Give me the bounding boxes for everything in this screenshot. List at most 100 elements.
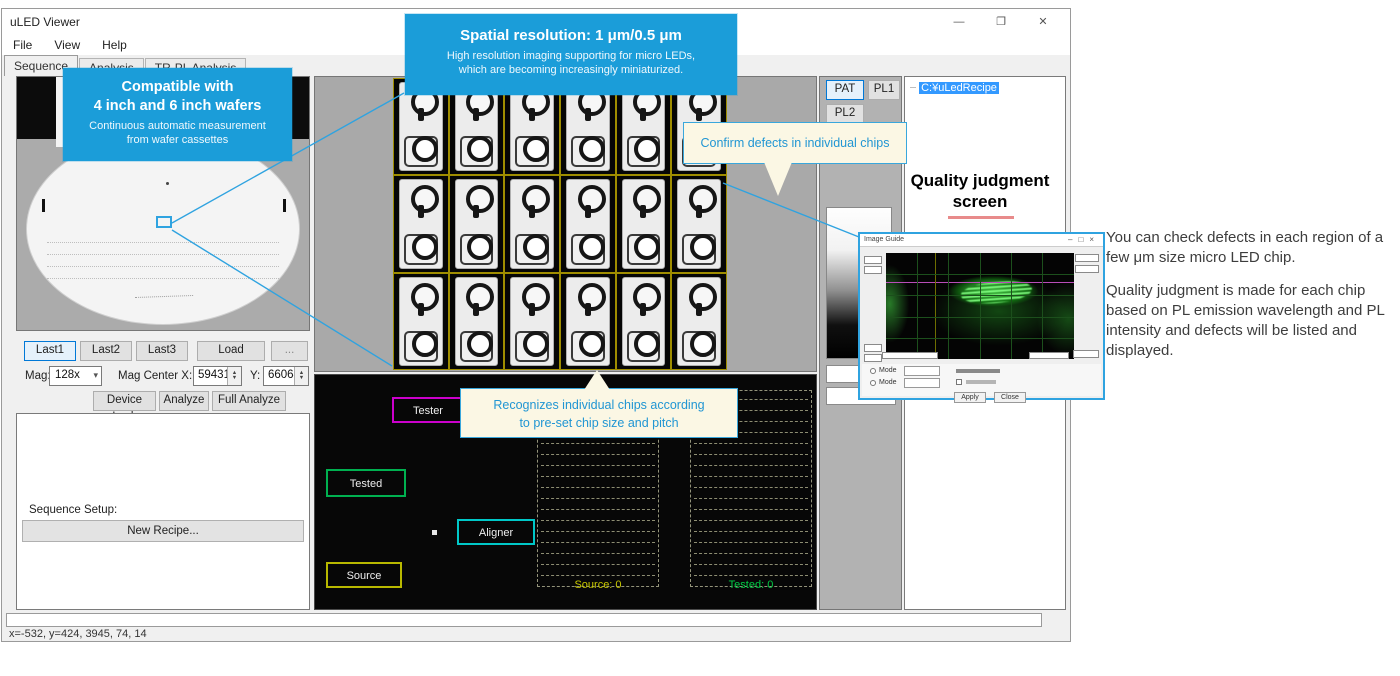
status-bar: x=-532, y=424, 3945, 74, 14 — [9, 628, 147, 640]
popup-dropdown-2[interactable] — [904, 378, 940, 388]
close-icon[interactable]: ✕ — [1022, 9, 1064, 35]
popup-controls: Mode Mode Apply Close — [862, 364, 1101, 396]
popup-slider[interactable] — [882, 352, 938, 359]
cassette-slot-line — [694, 476, 808, 477]
cassette-slot-line — [541, 465, 655, 466]
cassette-slot-line — [694, 531, 808, 532]
tree-item-label: C:¥uLedRecipe — [919, 82, 999, 94]
last1-button[interactable]: Last1 — [24, 341, 76, 361]
mag-value: 128x — [55, 369, 80, 381]
sequence-setup-panel: Sequence Setup: New Recipe... — [16, 413, 310, 610]
popup-spinbox[interactable] — [1073, 350, 1099, 358]
cassette-slot-line — [541, 531, 655, 532]
chip-cell — [671, 273, 727, 370]
mode-label-1: Mode — [879, 367, 897, 374]
window-title: uLED Viewer — [10, 15, 80, 29]
spinner[interactable]: ▲ ▼ — [294, 367, 308, 385]
load-button[interactable]: Load — [197, 341, 265, 361]
pl2-button[interactable]: PL2 — [826, 104, 864, 124]
last2-button[interactable]: Last2 — [80, 341, 132, 361]
message-strip — [6, 613, 1042, 627]
cassette-slot-line — [694, 465, 808, 466]
popup-spinbox[interactable] — [864, 344, 882, 352]
pat-button[interactable]: PAT — [826, 80, 864, 100]
popup-minimize-icon[interactable]: – — [1068, 235, 1078, 244]
mode-radio-1[interactable] — [870, 368, 876, 374]
aligner-box: Aligner — [457, 519, 535, 545]
chip-recognition-pointer — [584, 370, 610, 390]
spin-down-icon[interactable]: ▼ — [232, 376, 237, 381]
side-description: You can check defects in each region of … — [1106, 228, 1398, 361]
resolution-annotation-body: High resolution imaging supporting for m… — [405, 50, 737, 64]
side-paragraph-2: Quality judgment is made for each chip b… — [1106, 281, 1398, 361]
popup-spinbox[interactable] — [1075, 265, 1099, 273]
stage-position-dot — [432, 530, 437, 535]
mode-radio-2[interactable] — [870, 380, 876, 386]
chip-recognition-callout: Recognizes individual chips according to… — [460, 388, 738, 438]
mag-center-x-value: 59431 — [198, 369, 230, 381]
chip-cell — [393, 273, 449, 370]
popup-spinbox[interactable] — [864, 266, 882, 274]
popup-maximize-icon[interactable]: □ — [1078, 235, 1089, 244]
tree-item-recipe-root[interactable]: ┄ C:¥uLedRecipe — [910, 82, 999, 94]
chip-cell — [616, 175, 672, 272]
cassette-slot-line — [541, 487, 655, 488]
quality-heading: Quality judgment screen — [900, 170, 1060, 212]
tester-box: Tester — [392, 397, 464, 423]
wafer-scan-line — [47, 278, 279, 279]
chip-cell — [393, 175, 449, 272]
chip-image-panel[interactable] — [314, 76, 817, 372]
popup-window-controls[interactable]: –□× — [1068, 235, 1100, 244]
full-analyze-button[interactable]: Full Analyze — [212, 391, 286, 411]
chip-cell — [449, 273, 505, 370]
spinner[interactable]: ▲ ▼ — [227, 367, 241, 385]
minimize-icon[interactable]: — — [938, 9, 980, 35]
mag-center-x-input[interactable]: 59431 ▲ ▼ — [193, 366, 242, 386]
popup-dropdown-1[interactable] — [904, 366, 940, 376]
cassette-slot-line — [694, 553, 808, 554]
wafer-right-mark — [283, 199, 286, 212]
quality-judgment-window[interactable]: Image Guide –□× Mode Mode Apply — [858, 232, 1105, 400]
popup-checkbox-label — [966, 380, 996, 384]
popup-spinbox[interactable] — [864, 256, 882, 264]
popup-close-icon[interactable]: × — [1089, 235, 1100, 244]
cassette-slot-line — [541, 520, 655, 521]
source-box: Source — [326, 562, 402, 588]
apply-button[interactable]: Apply — [954, 392, 986, 403]
chip-recognition-line2: to pre-set chip size and pitch — [461, 414, 737, 432]
last3-button[interactable]: Last3 — [136, 341, 188, 361]
device-lock-button[interactable]: Device Lock — [93, 391, 156, 411]
resolution-annotation-body2: which are becoming increasingly miniatur… — [405, 64, 737, 78]
chip-cell — [671, 175, 727, 272]
quality-heading-underline — [948, 216, 1014, 219]
menu-file[interactable]: File — [2, 38, 43, 52]
analyze-button[interactable]: Analyze — [159, 391, 209, 411]
resolution-annotation-title: Spatial resolution: 1 μm/0.5 μm — [405, 26, 737, 45]
more-button[interactable]: ... — [271, 341, 308, 361]
popup-title-bar[interactable]: Image Guide –□× — [860, 234, 1103, 247]
chip-cell — [560, 175, 616, 272]
popup-spinbox[interactable] — [864, 354, 882, 362]
mag-center-y-input[interactable]: 66064 ▲ ▼ — [263, 366, 309, 386]
menu-view[interactable]: View — [43, 38, 91, 52]
sequence-setup-label: Sequence Setup: — [29, 504, 117, 516]
new-recipe-button[interactable]: New Recipe... — [22, 520, 304, 542]
restore-icon[interactable]: ❐ — [980, 9, 1022, 35]
mag-select[interactable]: 128x ▾ — [49, 366, 102, 386]
chip-cell — [504, 273, 560, 370]
cassette-slot-line — [694, 509, 808, 510]
popup-checkbox[interactable] — [956, 379, 962, 385]
wafer-center-mark — [166, 182, 169, 185]
side-paragraph-1: You can check defects in each region of … — [1106, 228, 1398, 268]
menu-help[interactable]: Help — [91, 38, 138, 52]
cassette-slot-line — [694, 443, 808, 444]
spin-down-icon[interactable]: ▼ — [299, 376, 304, 381]
defects-callout-pointer — [764, 162, 792, 196]
wafer-zoom-marker — [156, 216, 172, 228]
cassette-slot-line — [541, 564, 655, 565]
pl1-button[interactable]: PL1 — [868, 80, 900, 100]
popup-slider[interactable] — [1029, 352, 1069, 359]
popup-spinbox[interactable] — [1075, 254, 1099, 262]
popup-close-button[interactable]: Close — [994, 392, 1026, 403]
popup-plot[interactable] — [886, 253, 1074, 359]
